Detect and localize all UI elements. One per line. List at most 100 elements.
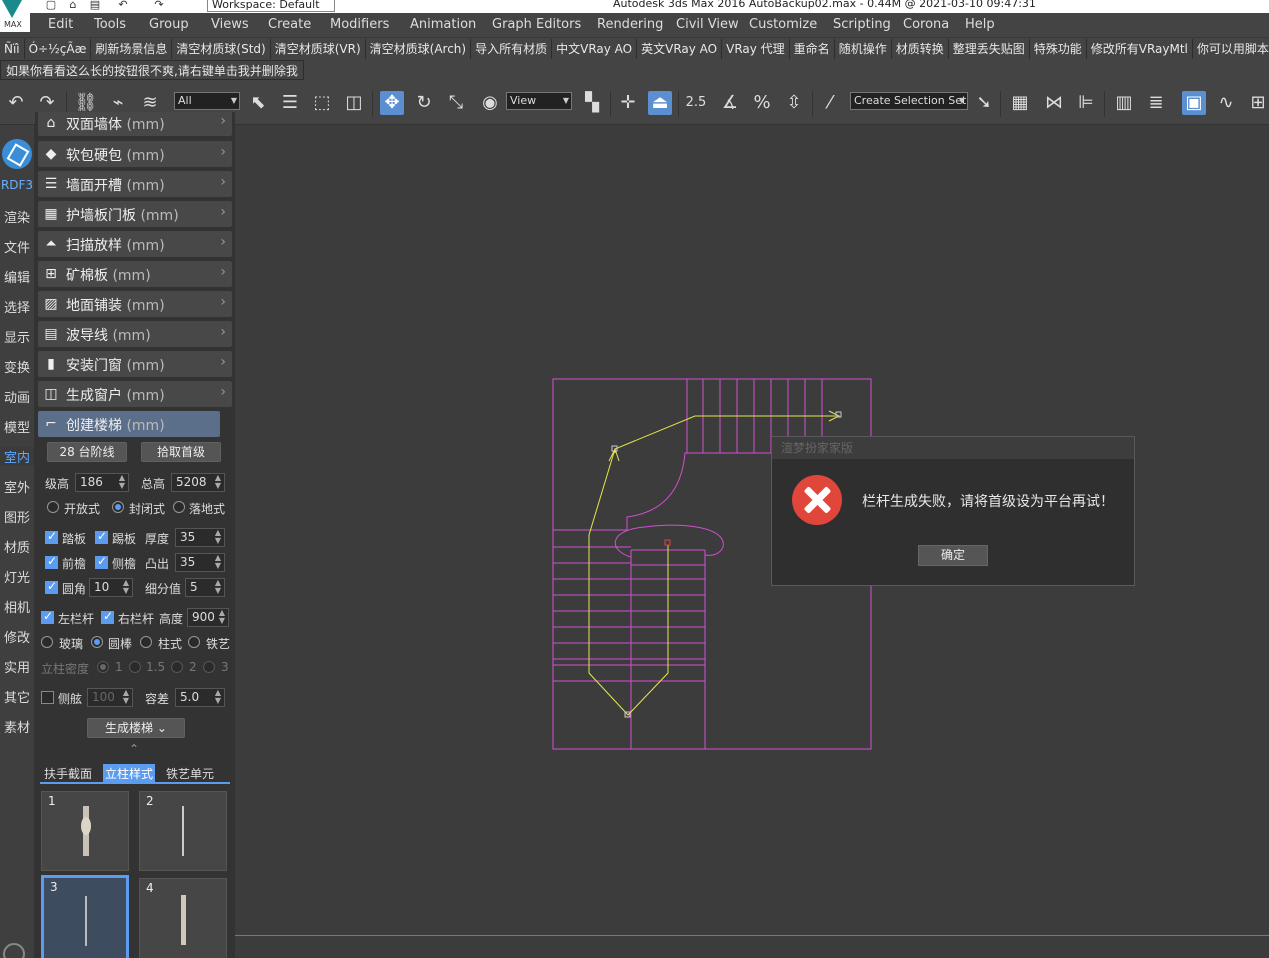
menu-modifiers[interactable]: Modifiers xyxy=(330,17,389,32)
baluster-thumb-3[interactable]: 3 xyxy=(41,875,129,958)
density-1-radio[interactable] xyxy=(97,661,109,673)
scene-explorer-icon[interactable]: ▣ xyxy=(1182,91,1206,115)
round-bar-radio[interactable] xyxy=(91,636,103,648)
density-2-radio[interactable] xyxy=(171,661,183,673)
strip-shapes[interactable]: 图形 xyxy=(0,507,34,526)
strip-model[interactable]: 模型 xyxy=(0,417,34,436)
strip-select[interactable]: 选择 xyxy=(0,297,34,316)
left-railing-checkbox[interactable] xyxy=(41,609,54,624)
panel-row-mineral-board[interactable]: ⊞ 矿棉板 (mm) › xyxy=(38,261,232,287)
strip-other[interactable]: 其它 xyxy=(0,687,34,706)
strip-display[interactable]: 显示 xyxy=(0,327,34,346)
side-board-checkbox[interactable] xyxy=(41,691,54,704)
panel-row-double-wall[interactable]: ⌂ 双面墙体 (mm) › xyxy=(38,112,232,136)
tolerance-spinner[interactable]: 5.0 ▲ ▼ xyxy=(175,688,225,707)
strip-exterior[interactable]: 室外 xyxy=(0,477,34,496)
undo-quick-icon[interactable]: ↶ xyxy=(116,0,130,11)
plugin-button[interactable]: 英文VRay AO xyxy=(637,39,723,59)
strip-edit[interactable]: 编辑 xyxy=(0,267,34,286)
select-object-icon[interactable]: ⬉ xyxy=(246,91,270,115)
strip-assets[interactable]: 素材 xyxy=(0,717,34,736)
strip-file[interactable]: 文件 xyxy=(0,237,34,256)
plugin-button[interactable]: 你可以用脚本 xyxy=(1193,39,1269,59)
column-radio[interactable] xyxy=(140,636,152,648)
open-type-radio[interactable] xyxy=(47,501,59,513)
plugin-button[interactable]: 材质转换 xyxy=(892,39,949,59)
plugin-button[interactable]: 清空材质球(Arch) xyxy=(366,39,472,59)
step-height-spinner[interactable]: 186 ▲ ▼ xyxy=(75,473,129,492)
right-railing-checkbox[interactable] xyxy=(101,609,114,624)
strip-rdf3[interactable]: RDF3 xyxy=(0,178,34,192)
plugin-button[interactable]: 特殊功能 xyxy=(1030,39,1087,59)
pick-first-step-button[interactable]: 拾取首级 xyxy=(141,442,221,462)
snaps-toggle-icon[interactable]: 2.5 xyxy=(684,91,708,115)
menu-edit[interactable]: Edit xyxy=(48,17,73,32)
strip-animation[interactable]: 动画 xyxy=(0,387,34,406)
menu-corona[interactable]: Corona xyxy=(903,17,949,32)
plugin-button[interactable]: VRay 代理 xyxy=(722,39,790,59)
railing-height-spinner[interactable]: 900 ▲ ▼ xyxy=(187,608,229,627)
baluster-thumb-4[interactable]: 4 xyxy=(139,878,227,958)
manipulate-icon[interactable]: ✛ xyxy=(616,91,640,115)
menu-animation[interactable]: Animation xyxy=(410,17,476,32)
rect-selection-icon[interactable]: ⬚ xyxy=(310,91,334,115)
side-board-spinner[interactable]: 100 ▲ ▼ xyxy=(87,688,133,707)
plugin-button[interactable]: Ñïì xyxy=(0,39,25,59)
mirror-grid-icon[interactable]: ▦ xyxy=(1008,91,1032,115)
undo-icon[interactable]: ↶ xyxy=(4,91,28,115)
panel-row-sweep[interactable]: ⏶ 扫描放样 (mm) › xyxy=(38,231,232,257)
density-3-radio[interactable] xyxy=(203,661,215,673)
layer-explorer-icon[interactable]: ▥ xyxy=(1112,91,1136,115)
plugin-button[interactable]: 整理丢失贴图 xyxy=(949,39,1030,59)
strip-camera[interactable]: 相机 xyxy=(0,597,34,616)
subdivision-spinner[interactable]: 5 ▲ ▼ xyxy=(185,578,225,597)
baluster-thumb-1[interactable]: 1 xyxy=(41,791,129,871)
strip-transform[interactable]: 变换 xyxy=(0,357,34,376)
open-file-icon[interactable]: ⌂ xyxy=(66,0,80,11)
menu-group[interactable]: Group xyxy=(149,17,189,32)
menu-civil-view[interactable]: Civil View xyxy=(676,17,739,32)
new-file-icon[interactable]: ▢ xyxy=(44,0,58,11)
selection-set-dropdown[interactable]: Create Selection Set xyxy=(850,92,968,110)
panel-row-window[interactable]: ◫ 生成窗户 (mm) › xyxy=(38,381,232,407)
cube-logo-icon[interactable] xyxy=(2,139,32,169)
named-selection-icon[interactable]: ➘ xyxy=(972,91,996,115)
collapse-chevron-icon[interactable]: ⌃ xyxy=(129,742,139,756)
plugin-button[interactable]: 重命名 xyxy=(790,39,835,59)
select-by-name-icon[interactable]: ☰ xyxy=(278,91,302,115)
menu-create[interactable]: Create xyxy=(268,17,311,32)
keyboard-shortcut-icon[interactable]: ⏏ xyxy=(648,91,672,115)
density-1-5-radio[interactable] xyxy=(129,661,141,673)
steps-line-button[interactable]: 28 台阶线 xyxy=(47,442,127,462)
max-logo[interactable]: MAX xyxy=(0,0,30,32)
riser-checkbox[interactable] xyxy=(95,529,108,544)
plugin-button[interactable]: 导入所有材质 xyxy=(471,39,553,59)
generate-stairs-button[interactable]: 生成楼梯 ⌄ xyxy=(87,718,185,738)
plugin-button[interactable]: 随机操作 xyxy=(835,39,892,59)
baluster-thumb-2[interactable]: 2 xyxy=(139,791,227,871)
mirror-icon[interactable]: ⋈ xyxy=(1042,91,1066,115)
panel-row-install-door[interactable]: ▮ 安装门窗 (mm) › xyxy=(38,351,232,377)
menu-help[interactable]: Help xyxy=(965,17,995,32)
iron-radio[interactable] xyxy=(188,636,200,648)
round-spinner[interactable]: 10 ▲ ▼ xyxy=(89,578,133,597)
menu-tools[interactable]: Tools xyxy=(94,17,126,32)
scale-icon[interactable]: ⤡ xyxy=(444,91,468,115)
round-checkbox[interactable] xyxy=(45,579,58,594)
nosing-checkbox[interactable] xyxy=(45,554,58,569)
pivot-icon[interactable]: ▚ xyxy=(580,91,604,115)
edit-named-sets-icon[interactable]: ⁄ xyxy=(818,91,842,115)
settings-gear-icon[interactable] xyxy=(3,943,25,958)
percent-snap-icon[interactable]: % xyxy=(750,91,774,115)
panel-row-border-line[interactable]: ▤ 波导线 (mm) › xyxy=(38,321,232,347)
window-crossing-icon[interactable]: ◫ xyxy=(342,91,366,115)
tread-checkbox[interactable] xyxy=(45,529,58,544)
ok-button[interactable]: 确定 xyxy=(918,545,988,566)
panel-row-create-stairs[interactable]: ⌐ 创建楼梯 (mm) xyxy=(38,411,220,437)
align-icon[interactable]: ⊫ xyxy=(1074,91,1098,115)
total-height-spinner[interactable]: 5208 ▲ ▼ xyxy=(171,473,225,492)
side-nosing-checkbox[interactable] xyxy=(95,554,108,569)
strip-material[interactable]: 材质 xyxy=(0,537,34,556)
tab-handrail-section[interactable]: 扶手截面 xyxy=(42,764,94,783)
panel-row-floor-paving[interactable]: ▨ 地面铺装 (mm) › xyxy=(38,291,232,317)
